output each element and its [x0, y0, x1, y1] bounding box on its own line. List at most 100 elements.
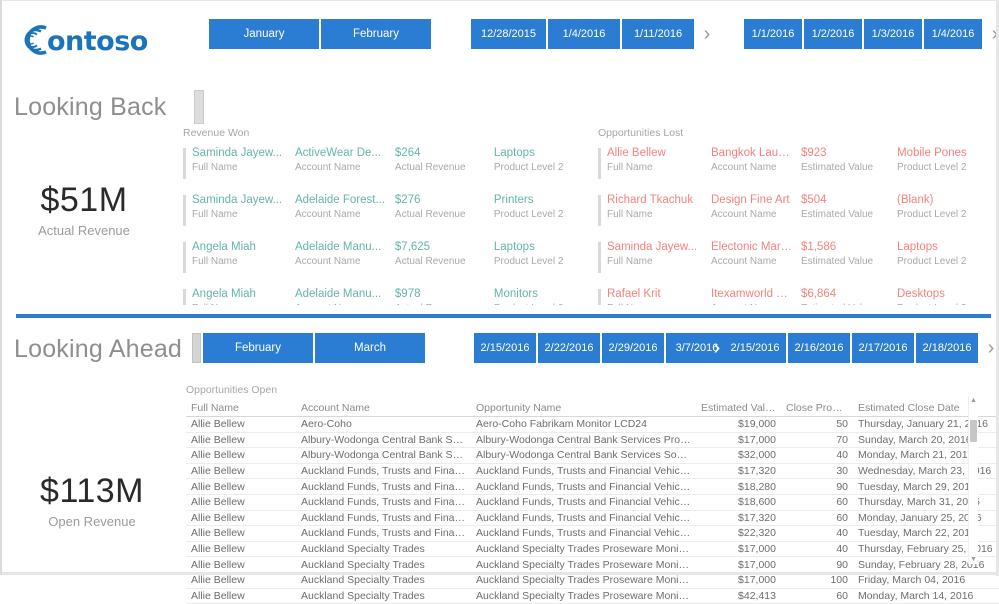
slicer-item-week-1[interactable]: 2/15/2016 — [474, 333, 536, 363]
cell-full-name: Allie Bellew — [186, 525, 296, 542]
table-row[interactable]: Allie Bellew Auckland Specialty Trades A… — [186, 541, 999, 558]
column-header-estimated-value[interactable]: Estimated Value — [696, 401, 781, 417]
card-value: Saminda Jayew... — [192, 147, 283, 159]
actual-revenue-kpi: $51M Actual Revenue — [0, 182, 174, 238]
card-value: Itexamworld El... — [711, 288, 795, 300]
slicer-item-day-1[interactable]: 1/1/2016 — [744, 19, 802, 49]
card-value: $6,864 — [801, 288, 837, 300]
card-label: Estimated Value — [801, 209, 874, 220]
slicer-item-day-2[interactable]: 2/16/2016 — [788, 333, 850, 363]
cell-estimated-value: $17,000 — [696, 432, 781, 449]
slicer-item-january[interactable]: January — [209, 19, 319, 49]
cell-full-name: Allie Bellew — [186, 588, 296, 604]
card-row[interactable]: Rafael Krit Full Name Itexamworld El... … — [598, 287, 990, 305]
slicer-item-week-3[interactable]: 1/11/2016 — [622, 19, 694, 49]
truncated-slicer-stub[interactable] — [194, 90, 204, 124]
table-row[interactable]: Allie Bellew Albury-Wodonga Central Bank… — [186, 447, 999, 464]
card-row[interactable]: Saminda Jayew... Full Name Electonic Mar… — [598, 240, 990, 287]
slicer-item-day-1[interactable]: 2/15/2016 — [724, 333, 786, 363]
card-label: Account Name — [294, 256, 361, 267]
table-row[interactable]: Allie Bellew Auckland Funds, Trusts and … — [186, 494, 999, 511]
slicer-item-day-3[interactable]: 1/3/2016 — [864, 19, 922, 49]
cell-estimated-value: $42,413 — [696, 588, 781, 604]
cell-opportunity-name: Auckland Specialty Trades Proseware Moni… — [471, 541, 696, 558]
table-row[interactable]: Allie Bellew Auckland Funds, Trusts and … — [186, 463, 999, 480]
card-cell-estimated-value: $6,864 Estimated Value — [801, 287, 897, 305]
card-label: Actual Revenue — [394, 209, 466, 220]
day-slicer-back[interactable]: 1/1/2016 1/2/2016 1/3/2016 1/4/2016 › — [744, 19, 999, 49]
card-cell-full-name: Rafael Krit Full Name — [607, 287, 711, 305]
day-slicer-ahead[interactable]: 2/15/2016 2/16/2016 2/17/2016 2/18/2016 … — [724, 333, 999, 363]
scroll-up-arrow-icon[interactable]: ▲ — [969, 396, 978, 405]
month-slicer-ahead[interactable]: February March — [192, 333, 427, 363]
revenue-won-title: Revenue Won — [183, 127, 250, 139]
card-value: Allie Bellew — [607, 147, 666, 159]
card-row[interactable]: Angela Miah Full Name Adelaide Manu... A… — [183, 240, 583, 287]
cell-full-name: Allie Bellew — [186, 510, 296, 527]
slicer-item-week-1[interactable]: 12/28/2015 — [471, 19, 546, 49]
column-header-opportunity-name[interactable]: Opportunity Name — [471, 401, 696, 417]
card-label: Account Name — [294, 209, 361, 220]
table-row[interactable]: Allie Bellew Albury-Wodonga Central Bank… — [186, 432, 999, 449]
card-row[interactable]: Saminda Jayew... Full Name Adelaide Fore… — [183, 193, 583, 240]
card-label: Product Level 2 — [897, 162, 967, 173]
card-row[interactable]: Saminda Jayew... Full Name ActiveWear De… — [183, 146, 583, 193]
slicer-item-week-3[interactable]: 2/29/2016 — [602, 333, 664, 363]
slicer-item-march[interactable]: March — [315, 333, 425, 363]
card-label: Product Level 2 — [493, 209, 564, 220]
cell-account-name: Auckland Specialty Trades — [296, 541, 471, 558]
chevron-right-icon[interactable]: › — [706, 333, 728, 363]
card-value: $504 — [801, 194, 827, 206]
column-header-close-probability[interactable]: Close Proba... — [781, 401, 853, 417]
slicer-item-day-2[interactable]: 1/2/2016 — [804, 19, 862, 49]
table-row[interactable]: Allie Bellew Auckland Funds, Trusts and … — [186, 510, 999, 527]
table-row[interactable]: Allie Bellew Auckland Specialty Trades A… — [186, 556, 999, 573]
table-row[interactable]: Allie Bellew Auckland Specialty Trades A… — [186, 588, 999, 604]
chevron-right-icon[interactable]: › — [696, 19, 718, 49]
card-row[interactable]: Richard Tkachuk Full Name Design Fine Ar… — [598, 193, 990, 240]
card-value: Bangkok Laund... — [711, 147, 795, 159]
week-slicer-ahead[interactable]: 2/15/2016 2/22/2016 2/29/2016 3/7/2016 › — [474, 333, 728, 363]
card-cell-product-level-2: Mobile Pones Product Level 2 — [897, 146, 989, 175]
table-row[interactable]: Allie Bellew Auckland Funds, Trusts and … — [186, 525, 999, 542]
card-row[interactable]: Allie Bellew Full Name Bangkok Laund... … — [598, 146, 990, 193]
cell-close-probability: 60 — [781, 510, 853, 527]
slicer-item-week-2[interactable]: 2/22/2016 — [538, 333, 600, 363]
contoso-logo: ontoso — [20, 19, 200, 61]
slicer-item-day-4[interactable]: 1/4/2016 — [924, 19, 982, 49]
card-cell-full-name: Saminda Jayew... Full Name — [192, 146, 295, 175]
card-value: $276 — [394, 194, 421, 206]
card-cell-full-name: Allie Bellew Full Name — [607, 146, 711, 175]
table-vertical-scrollbar[interactable]: ▲ ▼ — [968, 396, 978, 564]
card-cell-actual-revenue: $264 Actual Revenue — [395, 146, 494, 175]
scroll-down-arrow-icon[interactable]: ▼ — [969, 555, 978, 564]
cell-full-name: Allie Bellew — [186, 494, 296, 511]
table-row[interactable]: Allie Bellew Auckland Funds, Trusts and … — [186, 478, 999, 495]
column-header-account-name[interactable]: Account Name — [296, 401, 471, 417]
slicer-item-day-3[interactable]: 2/17/2016 — [852, 333, 914, 363]
card-cell-full-name: Saminda Jayew... Full Name — [192, 193, 295, 222]
card-label: Full Name — [607, 209, 653, 220]
slicer-item-february[interactable]: February — [203, 333, 313, 363]
cell-account-name: Auckland Specialty Trades — [296, 556, 471, 573]
cell-account-name: Albury-Wodonga Central Bank Se... — [296, 432, 471, 449]
card-cell-product-level-2: Laptops Product Level 2 — [897, 240, 989, 269]
slicer-item-february[interactable]: February — [321, 19, 431, 49]
card-cell-account-name: Electonic Margie Account Name — [711, 240, 801, 269]
week-slicer-back[interactable]: 12/28/2015 1/4/2016 1/11/2016 › — [471, 19, 718, 49]
card-label: Product Level 2 — [897, 209, 967, 220]
looking-ahead-title: Looking Ahead — [14, 335, 183, 363]
scrollbar-thumb[interactable] — [970, 420, 977, 442]
table-row[interactable]: Allie Bellew Aero-Coho Aero-Coho Fabrika… — [186, 416, 999, 433]
month-slicer-back[interactable]: January February — [209, 19, 433, 49]
card-row[interactable]: Angela Miah Full Name Adelaide Manu... A… — [183, 287, 583, 305]
card-label: Account Name — [711, 256, 777, 267]
actual-revenue-label: Actual Revenue — [38, 222, 130, 238]
slicer-item-week-2[interactable]: 1/4/2016 — [548, 19, 620, 49]
column-header-full-name[interactable]: Full Name — [186, 401, 296, 417]
card-label: Estimated Value — [801, 302, 891, 305]
opportunities-lost-title: Opportunities Lost — [598, 127, 684, 139]
slicer-scroll-handle[interactable] — [192, 333, 201, 363]
cell-estimated-value: $17,000 — [696, 541, 781, 558]
slicer-item-day-4[interactable]: 2/18/2016 — [916, 333, 978, 363]
